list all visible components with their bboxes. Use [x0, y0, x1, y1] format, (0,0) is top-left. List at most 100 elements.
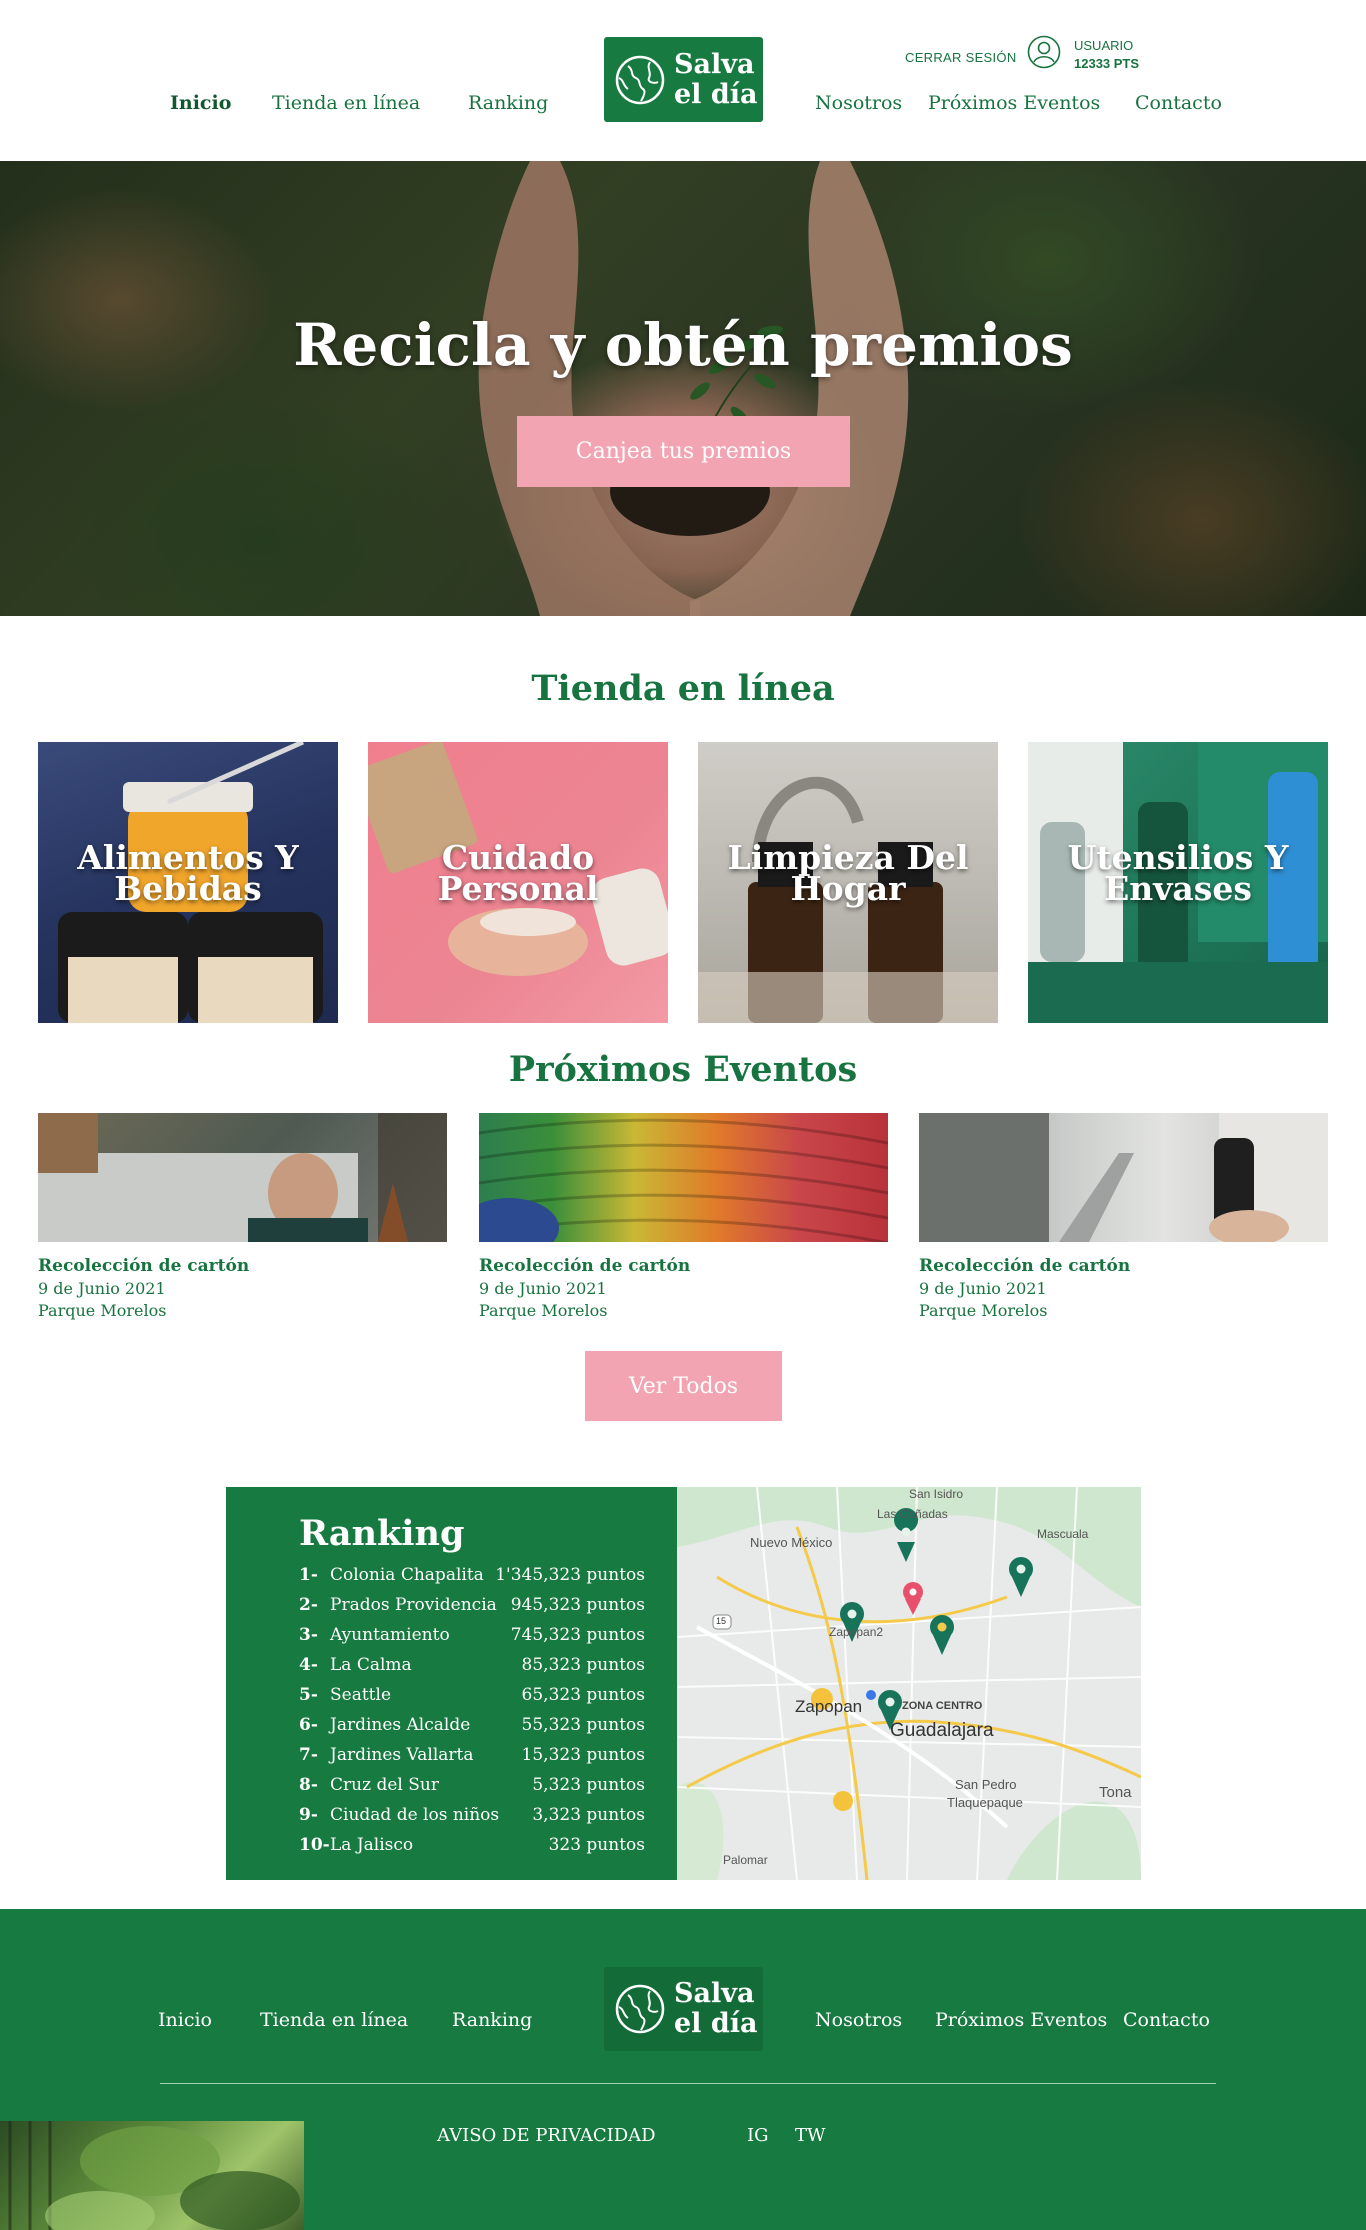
category-utensils-containers[interactable]: Utensilios Y Envases	[1028, 742, 1328, 1023]
category-label: Limpieza Del Hogar	[727, 838, 969, 908]
rank-name: Ayuntamiento	[330, 1625, 450, 1645]
instagram-link[interactable]: IG	[747, 2125, 769, 2146]
ranking-row: 4- La Calma 85,323 puntos	[299, 1655, 645, 1685]
event-image	[479, 1113, 888, 1242]
rank-name: Seattle	[330, 1685, 392, 1705]
rank-number: 8-	[299, 1775, 318, 1795]
map-label: Palomar	[723, 1853, 768, 1867]
store-section-title: Tienda en línea	[531, 668, 835, 709]
hero-title: Recicla y obtén premios	[293, 311, 1073, 379]
category-label: Utensilios Y Envases	[1067, 838, 1289, 908]
ranking-map[interactable]: San Isidro Las Cañadas Nuevo México Masc…	[677, 1487, 1141, 1880]
category-label: Cuidado Personal	[437, 838, 599, 908]
site-footer: Inicio Tienda en línea Ranking Salva el …	[0, 1909, 1366, 2230]
footer-plants-image	[0, 2121, 304, 2230]
footer-logo[interactable]: Salva el día	[604, 1967, 763, 2051]
ranking-row: 7- Jardines Vallarta 15,323 puntos	[299, 1745, 645, 1775]
event-place: Parque Morelos	[38, 1301, 167, 1320]
redeem-prizes-button[interactable]: Canjea tus premios	[517, 416, 850, 487]
rank-number: 2-	[299, 1595, 318, 1615]
map-label: Las Cañadas	[877, 1507, 948, 1521]
nav-eventos[interactable]: Próximos Eventos	[928, 92, 1100, 114]
rank-points: 85,323 puntos	[521, 1655, 645, 1675]
globe-icon	[615, 1984, 665, 2034]
event-date: 9 de Junio 2021	[479, 1279, 607, 1298]
category-home-cleaning[interactable]: Limpieza Del Hogar	[698, 742, 998, 1023]
event-title: Recolección de cartón	[919, 1256, 1131, 1276]
rank-number: 6-	[299, 1715, 318, 1735]
event-image	[919, 1113, 1328, 1242]
event-card[interactable]: Recolección de cartón 9 de Junio 2021 Pa…	[919, 1113, 1328, 1320]
ranking-row: 8- Cruz del Sur 5,323 puntos	[299, 1775, 645, 1805]
see-all-events-button[interactable]: Ver Todos	[585, 1351, 782, 1421]
rank-points: 5,323 puntos	[532, 1775, 645, 1795]
rank-number: 5-	[299, 1685, 318, 1705]
site-header: Inicio Tienda en línea Ranking Salva el …	[0, 0, 1366, 161]
rank-points: 3,323 puntos	[532, 1805, 645, 1825]
rank-number: 1-	[299, 1565, 318, 1585]
map-label: ZONA CENTRO	[902, 1700, 983, 1712]
rank-points: 15,323 puntos	[521, 1745, 645, 1765]
rank-points: 55,323 puntos	[521, 1715, 645, 1735]
logout-link[interactable]: CERRAR SESIÓN	[905, 50, 1017, 65]
logo-text: Salva el día	[674, 1979, 757, 2039]
map-canvas	[677, 1487, 1141, 1880]
footer-nav-contacto[interactable]: Contacto	[1123, 2009, 1210, 2031]
event-image	[38, 1113, 447, 1242]
user-circle-icon[interactable]	[1027, 35, 1061, 69]
privacy-link[interactable]: AVISO DE PRIVACIDAD	[437, 2125, 656, 2146]
logo-line-2: el día	[674, 2008, 758, 2039]
event-card[interactable]: Recolección de cartón 9 de Junio 2021 Pa…	[479, 1113, 888, 1320]
nav-ranking[interactable]: Ranking	[468, 92, 548, 114]
event-card[interactable]: Recolección de cartón 9 de Junio 2021 Pa…	[38, 1113, 447, 1320]
footer-nav-eventos[interactable]: Próximos Eventos	[935, 2009, 1107, 2031]
category-food-drinks[interactable]: Alimentos Y Bebidas	[38, 742, 338, 1023]
footer-nav-ranking[interactable]: Ranking	[452, 2009, 532, 2031]
hero-banner: Recicla y obtén premios Canjea tus premi…	[0, 161, 1366, 616]
category-personal-care[interactable]: Cuidado Personal	[368, 742, 668, 1023]
user-points: 12333 PTS	[1074, 56, 1140, 71]
rank-number: 9-	[299, 1805, 318, 1825]
site-logo[interactable]: Salva el día	[604, 37, 763, 122]
rank-name: La Jalisco	[330, 1835, 414, 1855]
colorful-rolls-image	[479, 1118, 888, 1242]
map-label: San Pedro	[955, 1777, 1017, 1792]
user-label: USUARIO	[1074, 38, 1134, 53]
ranking-title: Ranking	[299, 1513, 465, 1554]
nav-nosotros[interactable]: Nosotros	[815, 92, 902, 114]
nav-tienda[interactable]: Tienda en línea	[272, 92, 420, 114]
nav-inicio[interactable]: Inicio	[170, 92, 231, 114]
map-label: Guadalajara	[890, 1720, 994, 1741]
events-section-title: Próximos Eventos	[508, 1049, 858, 1090]
nav-contacto[interactable]: Contacto	[1135, 92, 1222, 114]
ranking-row: 2- Prados Providencia 945,323 puntos	[299, 1595, 645, 1625]
rank-name: Colonia Chapalita	[330, 1565, 484, 1585]
event-place: Parque Morelos	[479, 1301, 608, 1320]
map-label: San Isidro	[909, 1487, 964, 1501]
event-date: 9 de Junio 2021	[38, 1279, 166, 1298]
ranking-panel: Ranking 1- Colonia Chapalita 1'345,323 pun…	[226, 1487, 677, 1880]
rank-name: Jardines Vallarta	[330, 1745, 474, 1765]
ranking-row: 10- La Jalisco 323 puntos	[299, 1835, 645, 1865]
rank-name: Jardines Alcalde	[330, 1715, 471, 1735]
rank-name: La Calma	[330, 1655, 412, 1675]
highway-shield: 15	[716, 1616, 727, 1626]
map-label: Nuevo México	[750, 1535, 833, 1550]
footer-nav-tienda[interactable]: Tienda en línea	[260, 2009, 408, 2031]
ranking-row: 6- Jardines Alcalde 55,323 puntos	[299, 1715, 645, 1745]
category-label: Alimentos Y Bebidas	[77, 838, 299, 908]
recycling-people-image	[38, 1113, 447, 1242]
water-bottle-image	[919, 1113, 1328, 1242]
rank-name: Ciudad de los niños	[330, 1805, 500, 1825]
rank-points: 1'345,323 puntos	[495, 1565, 645, 1585]
footer-nav-nosotros[interactable]: Nosotros	[815, 2009, 902, 2031]
event-title: Recolección de cartón	[38, 1256, 250, 1276]
plants-photo	[8, 2121, 300, 2230]
map-label: Tlaquepaque	[947, 1795, 1023, 1810]
rank-number: 3-	[299, 1625, 318, 1645]
ranking-row: 9- Ciudad de los niños 3,323 puntos	[299, 1805, 645, 1835]
footer-nav-inicio[interactable]: Inicio	[158, 2009, 212, 2031]
twitter-link[interactable]: TW	[795, 2125, 826, 2146]
rank-points: 65,323 puntos	[521, 1685, 645, 1705]
hero-overlay	[0, 161, 1366, 616]
